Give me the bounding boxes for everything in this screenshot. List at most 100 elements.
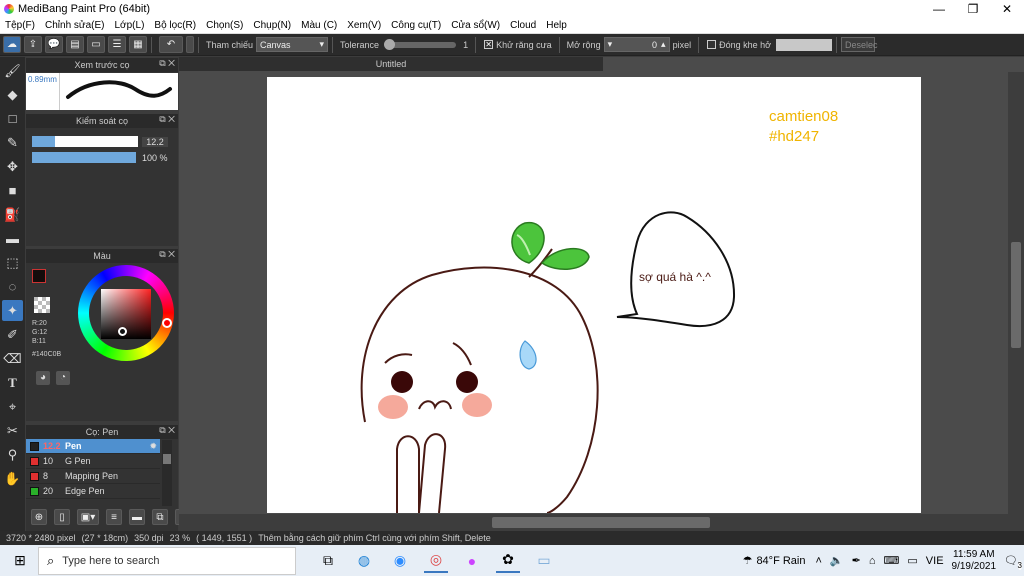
- restore-button[interactable]: ❐: [956, 0, 990, 17]
- brush-item[interactable]: 8 Mapping Pen: [26, 469, 160, 484]
- panel-controls-icon[interactable]: ⧉ ✕: [159, 425, 175, 436]
- antialias-checkbox[interactable]: ✕: [484, 40, 494, 49]
- share-icon[interactable]: ⇪: [24, 36, 42, 53]
- horizontal-scroll-thumb[interactable]: [492, 517, 710, 528]
- tab-untitled[interactable]: Untitled: [179, 57, 603, 71]
- gradient-tool-icon[interactable]: ▬: [2, 228, 23, 249]
- menu-filter[interactable]: Bộ lọc(R): [149, 20, 201, 31]
- firefox-icon[interactable]: ●: [460, 549, 484, 573]
- brush-item[interactable]: 12.2 Pen ✹: [26, 439, 160, 454]
- shape-tool-icon[interactable]: ■: [2, 180, 23, 201]
- chrome-icon[interactable]: ◎: [424, 549, 448, 573]
- divide-tool-icon[interactable]: ✂: [2, 420, 23, 441]
- operation-tool-icon[interactable]: ⌖: [2, 396, 23, 417]
- clock[interactable]: 11:59 AM 9/19/2021: [952, 549, 997, 573]
- medibang-taskbar-icon[interactable]: ✿: [496, 549, 520, 573]
- select-rect-icon[interactable]: ⬚: [2, 252, 23, 273]
- horizontal-scrollbar[interactable]: [179, 514, 1024, 531]
- opacity-slider[interactable]: [32, 152, 136, 163]
- brush-settings-icon[interactable]: ≡: [106, 509, 122, 525]
- hand-tool-icon[interactable]: ✋: [2, 468, 23, 489]
- drawing-canvas[interactable]: camtien08 #hd247 sợ quá hà ^.^: [267, 77, 921, 513]
- weather-icon[interactable]: ☂: [743, 554, 753, 567]
- task-view-icon[interactable]: ⧉: [316, 549, 340, 573]
- minimize-button[interactable]: —: [922, 0, 956, 17]
- hue-handle[interactable]: [162, 318, 172, 328]
- panel-controls-icon[interactable]: ⧉ ✕: [159, 58, 175, 69]
- add-brush-icon[interactable]: ⊕: [31, 509, 47, 525]
- menu-select[interactable]: Chọn(S): [201, 20, 248, 31]
- foreground-color-swatch[interactable]: [32, 269, 46, 283]
- menu-file[interactable]: Tệp(F): [0, 20, 40, 31]
- palette-add-icon[interactable]: ◔: [56, 371, 70, 385]
- redo-handle-icon[interactable]: [186, 36, 194, 53]
- pen-icon[interactable]: ✒: [852, 554, 861, 567]
- windows-start-icon[interactable]: ⊞: [8, 549, 32, 573]
- size-value[interactable]: 12.2: [142, 136, 168, 147]
- eyedropper-icon[interactable]: ⚲: [2, 444, 23, 465]
- menu-edit[interactable]: Chỉnh sửa(E): [40, 20, 110, 31]
- gear-icon[interactable]: ✹: [149, 441, 157, 452]
- menu-cloud[interactable]: Cloud: [505, 20, 541, 31]
- copy-brush-icon[interactable]: ⧉: [152, 509, 168, 525]
- notifications-icon[interactable]: 🗨 3: [1004, 554, 1022, 570]
- zoom-app-icon[interactable]: ◉: [388, 549, 412, 573]
- color-picker-handle[interactable]: [118, 327, 127, 336]
- taskbar-search-box[interactable]: ⌕ Type here to search: [38, 546, 296, 575]
- weather-text[interactable]: 84°F Rain: [756, 555, 805, 567]
- magic-wand-icon[interactable]: ✦: [2, 300, 23, 321]
- display-icon[interactable]: ▭: [907, 554, 917, 567]
- brush-item[interactable]: 20 Edge Pen: [26, 484, 160, 499]
- menu-tools[interactable]: Công cụ(T): [386, 20, 446, 31]
- select-pen-icon[interactable]: ✐: [2, 324, 23, 345]
- network-icon[interactable]: ⌂: [869, 555, 876, 567]
- tolerance-slider[interactable]: [384, 38, 457, 50]
- list-icon[interactable]: ☰: [108, 36, 126, 53]
- edge-browser-icon[interactable]: ◍: [352, 549, 376, 573]
- deselect-button[interactable]: Deselec: [841, 37, 878, 52]
- menu-layer[interactable]: Lớp(L): [110, 20, 150, 31]
- cloud-icon[interactable]: ☁: [3, 36, 21, 53]
- close-gap-checkbox[interactable]: [707, 40, 717, 49]
- menu-help[interactable]: Help: [541, 20, 572, 31]
- brush-tool-icon[interactable]: 🖌: [2, 60, 23, 81]
- vertical-scroll-thumb[interactable]: [1011, 242, 1021, 348]
- eraser-tool-icon[interactable]: ◆: [2, 84, 23, 105]
- move-arrows-icon[interactable]: ✥: [2, 156, 23, 177]
- menu-window[interactable]: Cửa sổ(W): [446, 20, 505, 31]
- app-window-icon[interactable]: ▭: [532, 549, 556, 573]
- brush-options-icon[interactable]: ▣▾: [77, 509, 99, 525]
- comment-icon[interactable]: 💬: [45, 36, 63, 53]
- reference-select[interactable]: Canvas ▾: [256, 37, 329, 52]
- lasso-icon[interactable]: ◌: [2, 276, 23, 297]
- slider-knob[interactable]: [384, 38, 396, 50]
- keyboard-icon[interactable]: ⌨: [884, 554, 900, 567]
- chevron-up-icon[interactable]: ˄: [815, 555, 821, 567]
- text-tool-icon[interactable]: T: [2, 372, 23, 393]
- panel-controls-icon[interactable]: ⧉ ✕: [159, 249, 175, 260]
- new-brush-icon[interactable]: ▯: [54, 509, 70, 525]
- dot-tool-icon[interactable]: □: [2, 108, 23, 129]
- brush-list-scrollbar[interactable]: [162, 440, 172, 506]
- menu-color[interactable]: Màu (C): [296, 20, 342, 31]
- undo-icon[interactable]: ↶: [159, 36, 183, 53]
- volume-icon[interactable]: 🔈: [830, 554, 844, 567]
- brush-item[interactable]: 10 G Pen: [26, 454, 160, 469]
- document-icon[interactable]: ▭: [87, 36, 105, 53]
- menu-capture[interactable]: Chụp(N): [248, 20, 296, 31]
- move-tool-icon[interactable]: ✎: [2, 132, 23, 153]
- menu-view[interactable]: Xem(V): [342, 20, 386, 31]
- select-eraser-icon[interactable]: ⌫: [2, 348, 23, 369]
- hue-ring[interactable]: [78, 265, 174, 361]
- palette-icon[interactable]: ◕: [36, 371, 50, 385]
- transparent-swatch[interactable]: [34, 297, 50, 313]
- grid-icon[interactable]: ▦: [129, 36, 147, 53]
- folder-icon[interactable]: ▬: [129, 509, 145, 525]
- expand-spinner[interactable]: ▾ 0 ▴: [603, 37, 670, 52]
- chat-icon[interactable]: ▤: [66, 36, 84, 53]
- close-button[interactable]: ✕: [990, 0, 1024, 17]
- language-indicator[interactable]: VIE: [926, 555, 944, 567]
- fill-tool-icon[interactable]: ⛽: [2, 204, 23, 225]
- size-slider[interactable]: [32, 136, 138, 147]
- vertical-scrollbar[interactable]: [1008, 72, 1024, 514]
